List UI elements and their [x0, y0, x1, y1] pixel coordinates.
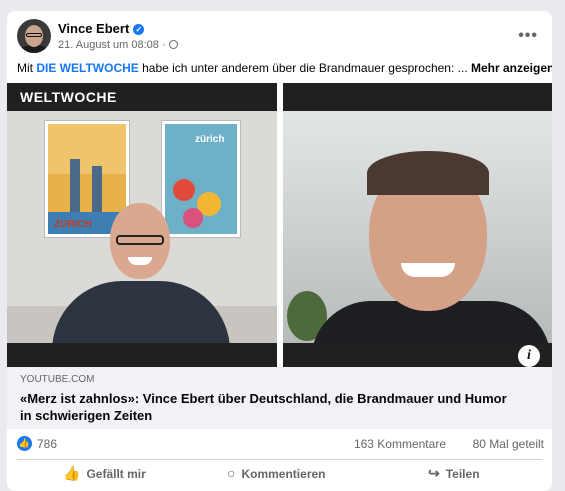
link-domain: YOUTUBE.COM: [20, 374, 95, 385]
like-button-label: Gefällt mir: [86, 467, 146, 481]
share-button-label: Teilen: [445, 467, 480, 481]
post-text: Mit DIE WELTWOCHE habe ich unter anderem…: [17, 61, 552, 75]
post-meta: 21. August um 08:08 ·: [58, 39, 178, 51]
share-count[interactable]: 80 Mal geteilt: [473, 437, 544, 451]
host-hair: [367, 151, 489, 195]
author-avatar[interactable]: [17, 19, 51, 53]
post-header: Vince Ebert ✓ 21. August um 08:08 · •••: [17, 19, 544, 55]
video-panel-left: ZÜRICH zürich WELTWOCHE: [7, 83, 277, 367]
video-panel-right: i: [283, 83, 552, 367]
poster-flower: [173, 179, 195, 201]
post-card: Vince Ebert ✓ 21. August um 08:08 · ••• M…: [7, 11, 552, 491]
action-bar: 👍 Gefällt mir ○ Kommentieren ↪ Teilen: [7, 463, 552, 491]
avatar-glasses: [26, 33, 42, 37]
post-text-body: habe ich unter anderem über die Brandmau…: [138, 61, 471, 75]
weltwoche-logo: WELTWOCHE: [20, 89, 117, 105]
video-top-bar: WELTWOCHE: [7, 83, 277, 111]
post-text-prefix: Mit: [17, 61, 37, 75]
comment-bubble-icon: ○: [227, 465, 236, 481]
poster-caption: zürich: [195, 134, 225, 145]
host-room: [283, 111, 552, 361]
share-arrow-icon: ↪: [428, 465, 440, 481]
engagement-stats: 👍 786 163 Kommentare 80 Mal geteilt: [17, 436, 544, 454]
divider: [17, 459, 542, 460]
author-name-row[interactable]: Vince Ebert ✓: [58, 21, 145, 36]
like-reaction-icon[interactable]: 👍: [17, 436, 32, 451]
poster-sky: [48, 124, 126, 174]
more-options-icon[interactable]: •••: [518, 27, 538, 45]
post-timestamp[interactable]: 21. August um 08:08 ·: [58, 39, 166, 51]
guest-person: [52, 203, 232, 361]
author-name[interactable]: Vince Ebert: [58, 21, 129, 36]
verified-badge-icon: ✓: [133, 24, 145, 35]
like-count[interactable]: 786: [37, 437, 57, 451]
video-bottom-bar: [7, 343, 277, 367]
link-preview[interactable]: YOUTUBE.COM «Merz ist zahnlos»: Vince Eb…: [7, 367, 552, 429]
video-thumbnail[interactable]: ZÜRICH zürich WELTWOCHE i: [7, 83, 552, 367]
globe-icon: [168, 40, 178, 49]
link-title[interactable]: «Merz ist zahnlos»: Vince Ebert über Deu…: [20, 390, 520, 424]
comment-count[interactable]: 163 Kommentare: [354, 437, 446, 451]
video-bottom-bar: [283, 343, 552, 367]
info-icon[interactable]: i: [518, 345, 540, 367]
host-smile: [401, 263, 455, 277]
room-background: ZÜRICH zürich: [7, 111, 277, 361]
video-top-bar: [283, 83, 552, 111]
see-more-link[interactable]: Mehr anzeigen: [471, 61, 552, 75]
comment-button-label: Kommentieren: [241, 467, 326, 481]
share-button[interactable]: ↪ Teilen: [428, 465, 480, 482]
thumbs-up-icon: 👍: [63, 465, 81, 481]
like-button[interactable]: 👍 Gefällt mir: [63, 465, 146, 482]
comment-button[interactable]: ○ Kommentieren: [227, 465, 326, 481]
page-tag-link[interactable]: DIE WELTWOCHE: [36, 61, 138, 75]
guest-glasses: [116, 235, 164, 245]
